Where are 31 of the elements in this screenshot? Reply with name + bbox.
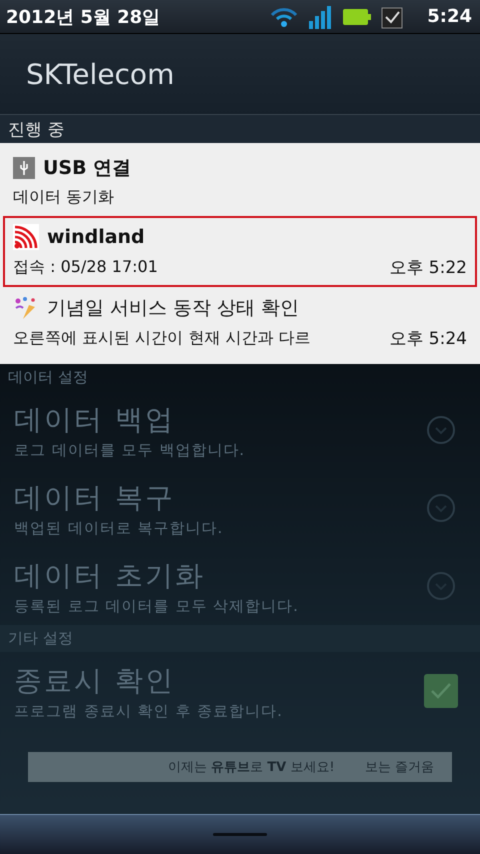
signal-bars-icon bbox=[309, 4, 334, 28]
arrow-circle-icon bbox=[426, 415, 456, 445]
group-header: 기타 설정 bbox=[8, 629, 73, 647]
notification[interactable]: windland 접속 : 05/28 17:01 오후 5:22 bbox=[3, 216, 477, 287]
group-header: 데이터 설정 bbox=[8, 368, 88, 386]
checkbox-icon bbox=[381, 4, 404, 28]
arrow-circle-icon bbox=[426, 493, 456, 523]
notification[interactable]: USB 연결 데이터 동기화 bbox=[3, 147, 477, 216]
battery-icon bbox=[343, 8, 372, 24]
ad-headline: 이제는 유튜브로 TV 보세요! bbox=[168, 759, 335, 776]
usb-icon bbox=[13, 157, 35, 179]
carrier-name: SKTelecom bbox=[26, 58, 174, 90]
setting-summary: 백업된 데이터로 복구합니다. bbox=[14, 518, 224, 538]
section-label: 진행 중 bbox=[8, 118, 64, 140]
wifi-icon bbox=[269, 6, 300, 28]
setting-title: 데이터 복구 bbox=[14, 480, 176, 516]
status-date: 2012년 5월 28일 bbox=[6, 6, 160, 28]
signal-waves-icon bbox=[13, 224, 39, 250]
setting-summary: 프로그램 종료시 확인 후 종료합니다. bbox=[14, 702, 284, 720]
setting-summary: 등록된 로그 데이터를 모두 삭제합니다. bbox=[14, 596, 300, 616]
drag-handle[interactable] bbox=[213, 833, 267, 836]
setting-title: 종료시 확인 bbox=[14, 662, 176, 698]
setting-title: 데이터 백업 bbox=[14, 402, 176, 438]
setting-summary: 로그 데이터를 모두 백업합니다. bbox=[14, 440, 246, 460]
checkbox[interactable] bbox=[424, 674, 458, 708]
setting-title: 데이터 초기화 bbox=[14, 558, 206, 594]
status-time: 5:24 bbox=[427, 6, 472, 27]
arrow-circle-icon bbox=[426, 571, 456, 601]
notification[interactable]: 기념일 서비스 동작 상태 확인 오른쪽에 표시된 시간이 현재 시간과 다르 오후 5:24 bbox=[3, 287, 477, 358]
check-mark-icon bbox=[429, 681, 453, 701]
ad-side-text: 보는 즐거움 bbox=[364, 759, 434, 776]
